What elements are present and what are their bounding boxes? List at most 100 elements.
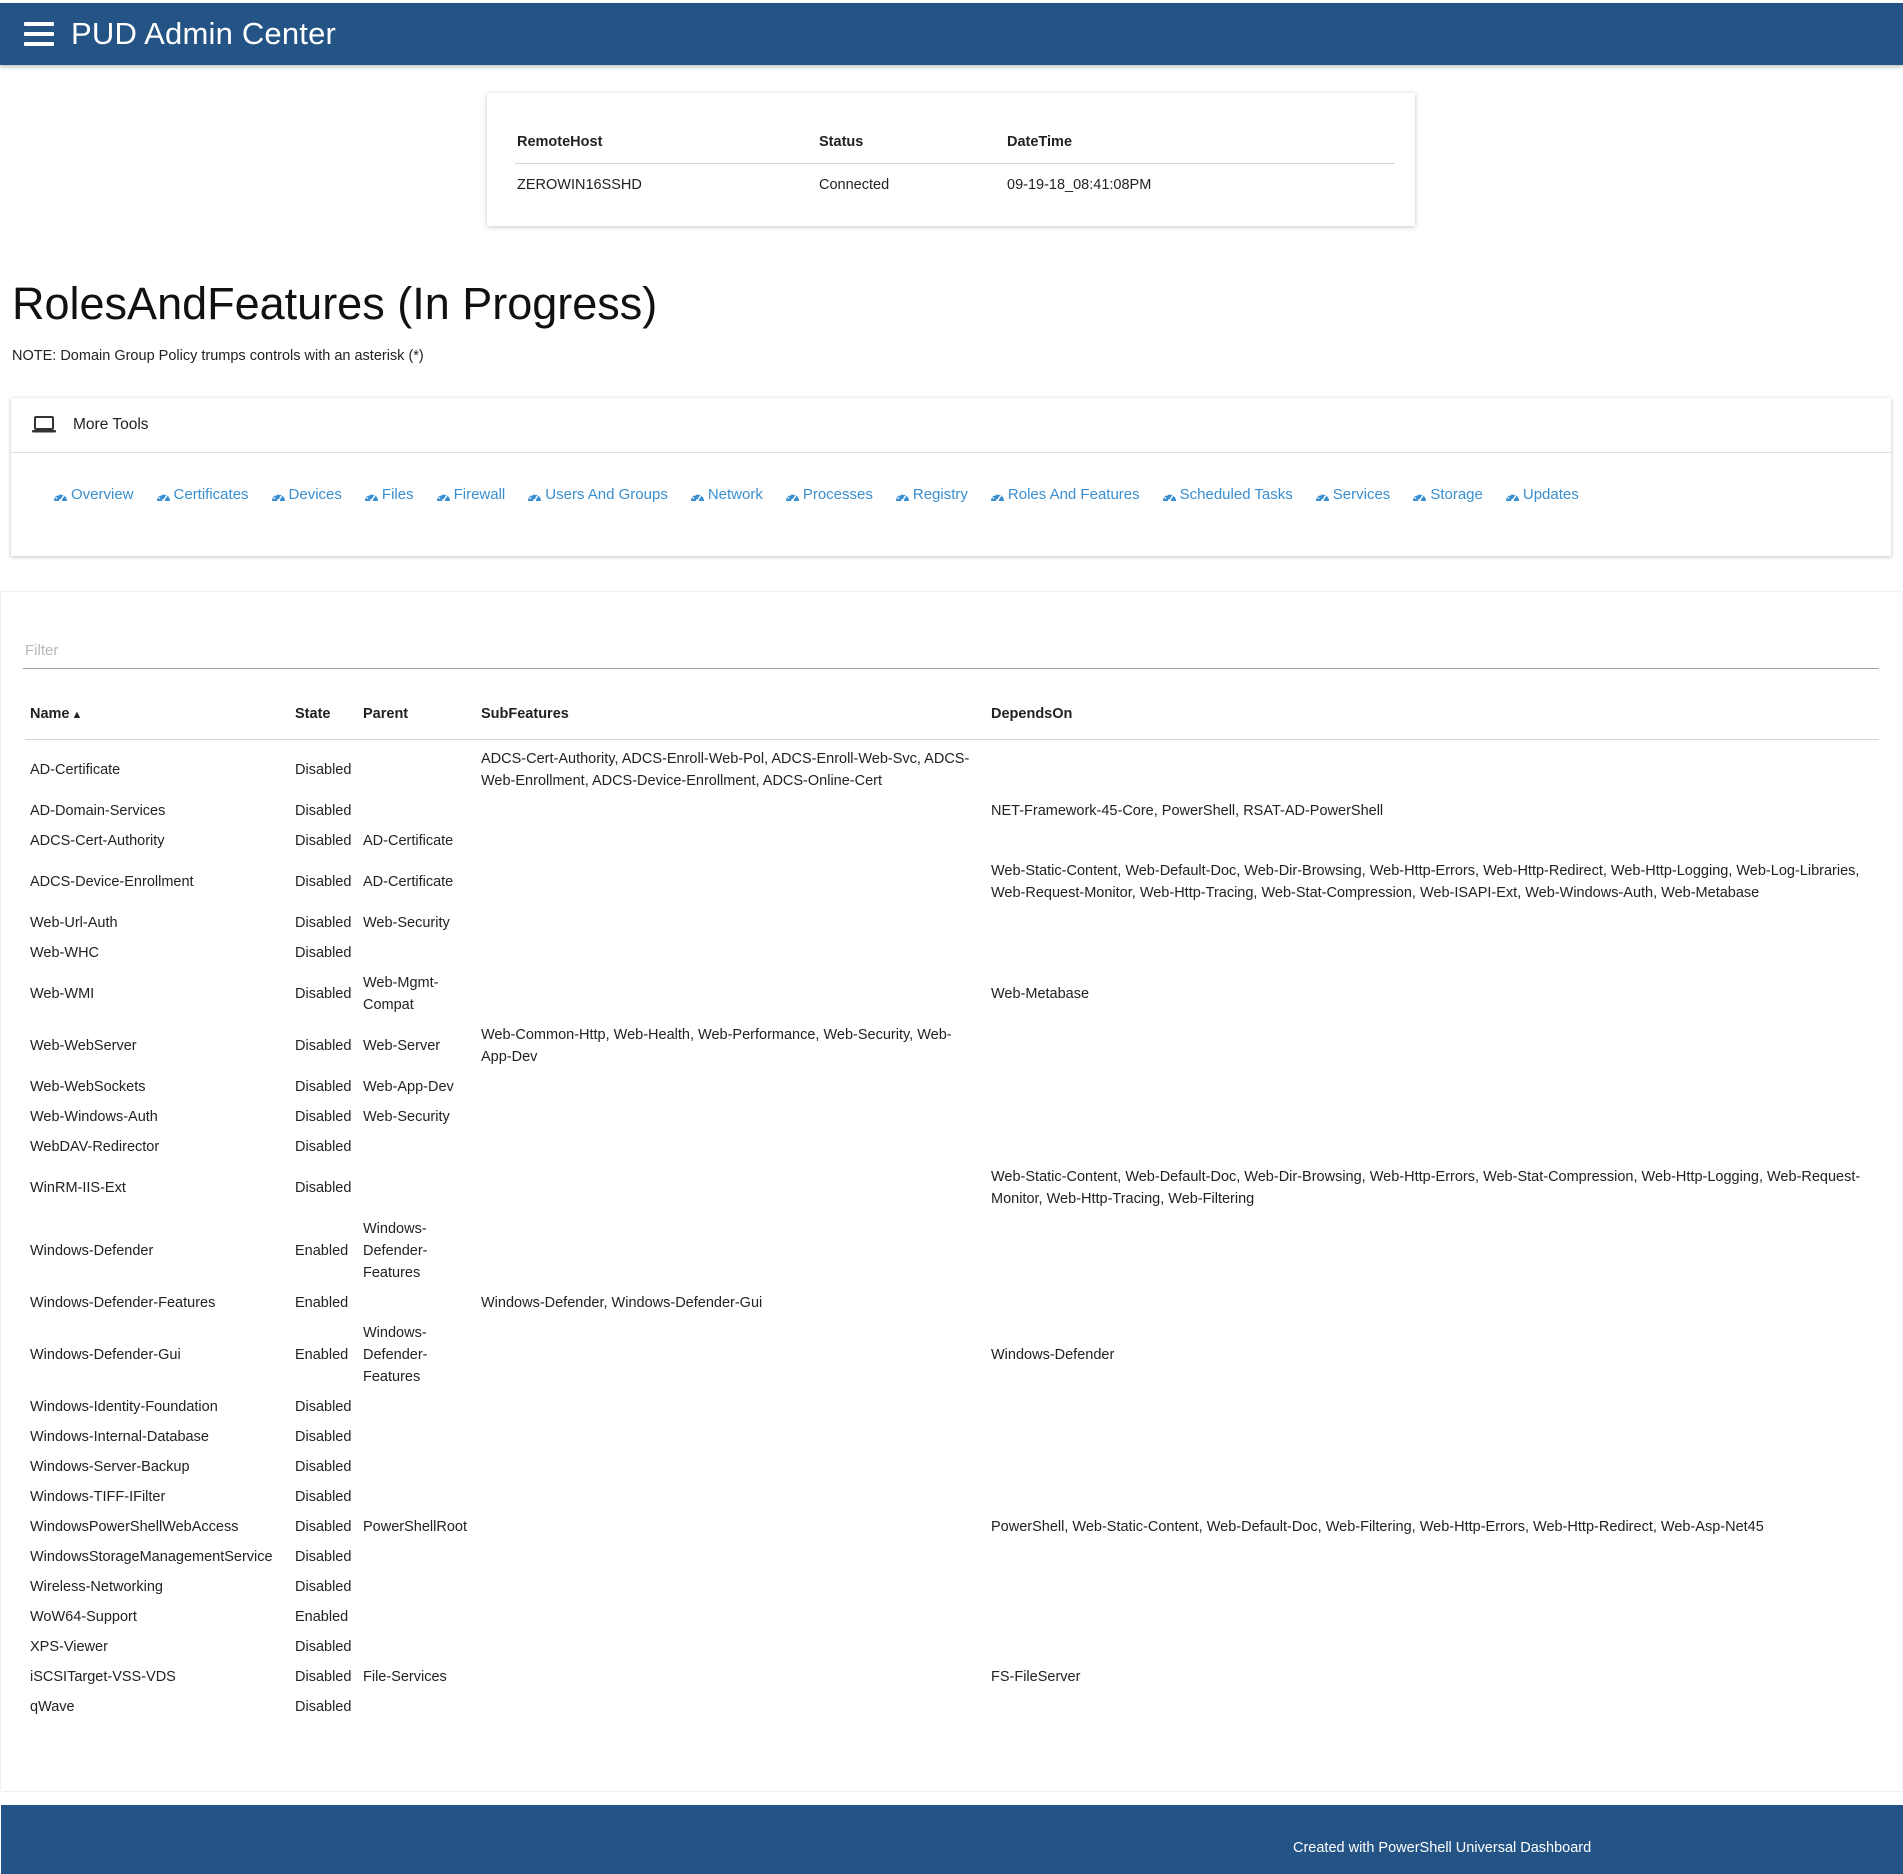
column-header-name[interactable]: Name ▲ (25, 689, 290, 740)
tool-link-label: Network (707, 486, 763, 503)
feature-state-cell: Disabled (295, 1579, 352, 1595)
tool-link-label: Firewall (453, 486, 506, 503)
column-header-parent[interactable]: Parent (358, 689, 476, 740)
feature-state-cell: Disabled (295, 986, 352, 1002)
tool-link-network[interactable]: Network (690, 486, 763, 503)
more-tools-title: More Tools (73, 416, 149, 433)
table-row: AD-Certificate Disabled ADCS-Cert-Authorit… (25, 740, 1879, 797)
dashboard-icon (53, 489, 68, 502)
table-row: Windows-Internal-Database Disabled (25, 1422, 1879, 1452)
feature-name-cell: WindowsPowerShellWebAccess (30, 1519, 239, 1535)
tool-link-label: Overview (71, 486, 134, 503)
feature-name-cell: Web-WebSockets (30, 1079, 146, 1095)
app-header: PUD Admin Center (0, 3, 1903, 65)
feature-state-cell: Disabled (295, 1038, 352, 1054)
feature-dependson-cell (986, 826, 1879, 856)
feature-parent-cell: AD-Certificate (363, 833, 454, 849)
app-footer: Created with PowerShell Universal Dashbo… (1, 1805, 1903, 1874)
feature-parent-cell: Web-Security (363, 1109, 450, 1125)
column-header-dependson[interactable]: DependsOn (986, 689, 1879, 740)
feature-subfeatures-cell: ADCS-Cert-Authority, ADCS-Enroll-Web-Pol… (481, 751, 970, 789)
column-header-remotehost: RemoteHost (515, 121, 817, 164)
feature-dependson-cell (986, 1102, 1879, 1132)
column-header-subfeatures[interactable]: SubFeatures (476, 689, 986, 740)
tool-link-storage[interactable]: Storage (1412, 486, 1483, 503)
laptop-icon (31, 415, 57, 435)
feature-subfeatures-cell (476, 1392, 986, 1422)
dashboard-icon (1412, 489, 1427, 502)
table-row: Windows-Defender-Gui Enabled Windows-Defen… (25, 1318, 1879, 1392)
tool-link-files[interactable]: Files (364, 486, 414, 503)
tool-link-label: Roles And Features (1007, 486, 1140, 503)
table-row: AD-Domain-Services Disabled NET-Framework-… (25, 796, 1879, 826)
feature-name-cell: Windows-Defender-Gui (30, 1347, 181, 1363)
feature-dependson-cell (986, 1422, 1879, 1452)
feature-dependson-cell: PowerShell, Web-Static-Content, Web-Defa… (991, 1519, 1764, 1535)
table-row: Windows-Server-Backup Disabled (25, 1452, 1879, 1482)
feature-name-cell: AD-Certificate (30, 762, 121, 778)
footer-credit: Created with PowerShell Universal Dashbo… (1293, 1840, 1592, 1856)
feature-dependson-cell (986, 1072, 1879, 1102)
table-row: Web-WHC Disabled (25, 938, 1879, 968)
hamburger-menu-icon[interactable] (24, 22, 54, 46)
tool-link-label: Updates (1522, 486, 1579, 503)
features-table-card: Name▲ State Parent SubFeatures DependsOn… (1, 592, 1902, 1791)
policy-note: NOTE: Domain Group Policy trumps control… (12, 348, 424, 364)
feature-state-cell: Disabled (295, 1549, 352, 1565)
dashboard-icon (527, 489, 542, 502)
dashboard-icon (271, 489, 286, 502)
feature-subfeatures-cell (476, 1692, 986, 1722)
feature-subfeatures-cell (476, 1422, 986, 1452)
feature-parent-cell: AD-Certificate (363, 874, 454, 890)
column-header-state[interactable]: State (290, 689, 358, 740)
tool-link-roles-and-features[interactable]: Roles And Features (990, 486, 1140, 503)
feature-state-cell: Disabled (295, 1669, 352, 1685)
tool-link-users-and-groups[interactable]: Users And Groups (527, 486, 668, 503)
feature-subfeatures-cell (476, 1452, 986, 1482)
tool-link-devices[interactable]: Devices (271, 486, 342, 503)
column-header-name-label: Name (30, 706, 70, 722)
app-title: PUD Admin Center (71, 16, 337, 51)
table-row: Web-WebSockets Disabled Web-App-Dev (25, 1072, 1879, 1102)
tool-link-services[interactable]: Services (1315, 486, 1391, 503)
tool-link-scheduled-tasks[interactable]: Scheduled Tasks (1162, 486, 1293, 503)
feature-dependson-cell (986, 1452, 1879, 1482)
more-tools-header[interactable]: More Tools (11, 398, 1891, 453)
feature-dependson-cell (986, 1542, 1879, 1572)
tool-link-certificates[interactable]: Certificates (156, 486, 249, 503)
table-row: Web-Windows-Auth Disabled Web-Security (25, 1102, 1879, 1132)
feature-name-cell: Web-Windows-Auth (30, 1109, 158, 1125)
dashboard-icon (990, 489, 1005, 502)
feature-state-cell: Enabled (295, 1295, 349, 1311)
feature-parent-cell: Web-App-Dev (363, 1079, 454, 1095)
feature-subfeatures-cell (476, 1214, 986, 1288)
table-row: iSCSITarget-VSS-VDS Disabled File-Services… (25, 1662, 1879, 1692)
feature-name-cell: Windows-Server-Backup (30, 1459, 190, 1475)
feature-parent-cell (358, 1392, 476, 1422)
feature-subfeatures-cell (476, 1542, 986, 1572)
table-row: WindowsStorageManagementService Disabled (25, 1542, 1879, 1572)
feature-dependson-cell: NET-Framework-45-Core, PowerShell, RSAT-… (991, 803, 1384, 819)
dashboard-icon (156, 489, 171, 502)
feature-subfeatures-cell (476, 1512, 986, 1542)
feature-parent-cell (358, 1572, 476, 1602)
feature-name-cell: Web-WHC (30, 945, 100, 961)
tool-link-label: Services (1332, 486, 1391, 503)
feature-parent-cell (358, 740, 476, 797)
filter-input[interactable] (23, 634, 1883, 666)
feature-state-cell: Disabled (295, 1639, 352, 1655)
feature-parent-cell (358, 1602, 476, 1632)
feature-name-cell: WebDAV-Redirector (30, 1139, 160, 1155)
tool-link-overview[interactable]: Overview (53, 486, 134, 503)
feature-state-cell: Disabled (295, 874, 352, 890)
feature-dependson-cell (986, 1602, 1879, 1632)
tool-link-firewall[interactable]: Firewall (436, 486, 506, 503)
feature-subfeatures-cell: Web-Common-Http, Web-Health, Web-Perform… (481, 1027, 952, 1065)
tool-link-updates[interactable]: Updates (1505, 486, 1579, 503)
feature-name-cell: ADCS-Device-Enrollment (30, 874, 194, 890)
tool-link-registry[interactable]: Registry (895, 486, 968, 503)
feature-state-cell: Disabled (295, 915, 352, 931)
tool-link-processes[interactable]: Processes (785, 486, 873, 503)
feature-subfeatures-cell (476, 968, 986, 1020)
feature-dependson-cell (986, 1214, 1879, 1288)
